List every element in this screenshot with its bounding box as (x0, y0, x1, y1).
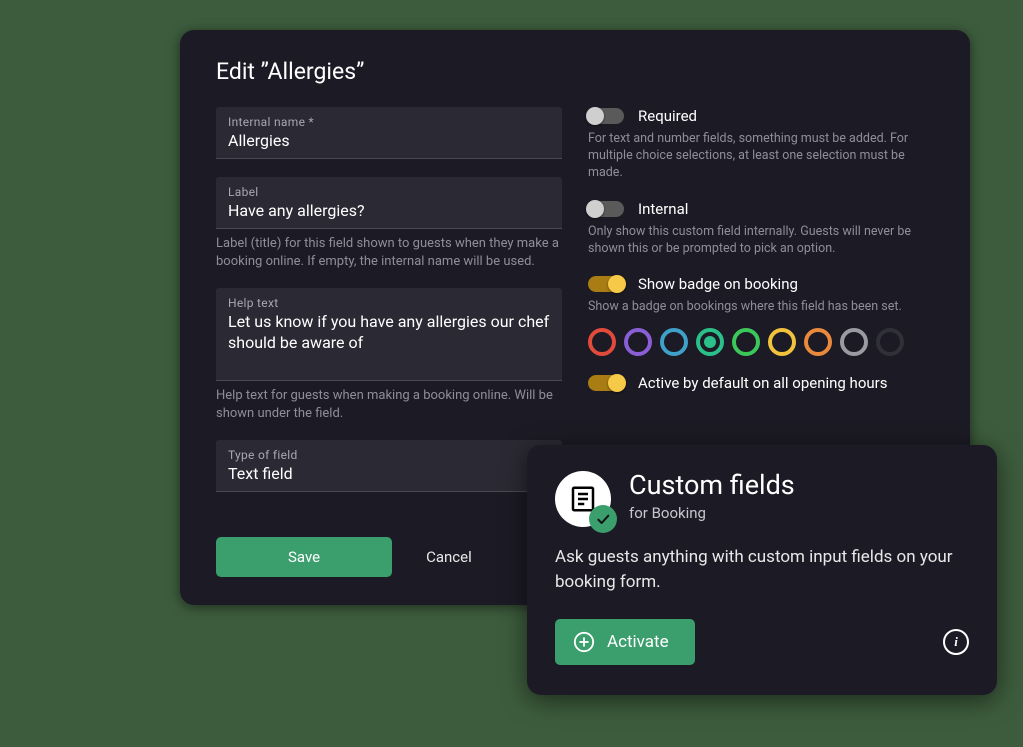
internal-name-input[interactable] (228, 129, 550, 152)
label-input[interactable] (228, 199, 550, 222)
internal-toggle[interactable] (588, 201, 624, 217)
badge-label: Show badge on booking (638, 275, 798, 293)
label-hint: Label (title) for this field shown to gu… (216, 235, 562, 270)
card-header: Custom fields for Booking (555, 471, 969, 527)
right-column: Required For text and number fields, som… (588, 107, 934, 492)
active-toggle[interactable] (588, 375, 624, 391)
color-swatches (588, 328, 934, 356)
card-title-block: Custom fields for Booking (629, 471, 795, 522)
card-description: Ask guests anything with custom input fi… (555, 545, 969, 595)
required-hint: For text and number fields, something mu… (588, 131, 934, 182)
color-swatch[interactable] (696, 328, 724, 356)
color-swatch[interactable] (624, 328, 652, 356)
active-row: Active by default on all opening hours (588, 374, 934, 392)
info-button[interactable]: i (943, 629, 969, 655)
required-label: Required (638, 107, 697, 125)
internal-name-label: Internal name * (228, 115, 550, 129)
color-swatch[interactable] (876, 328, 904, 356)
color-swatch[interactable] (588, 328, 616, 356)
dialog-title: Edit ”Allergies” (216, 58, 934, 85)
color-swatch[interactable] (660, 328, 688, 356)
dialog-columns: Internal name * Label Label (title) for … (216, 107, 934, 492)
required-toggle[interactable] (588, 108, 624, 124)
card-icon-badge (555, 471, 611, 527)
help-text-field[interactable]: Help text (216, 288, 562, 381)
help-text-hint: Help text for guests when making a booki… (216, 387, 562, 422)
color-swatch[interactable] (804, 328, 832, 356)
cancel-button[interactable]: Cancel (426, 548, 472, 566)
activate-button[interactable]: Activate (555, 619, 695, 665)
internal-label: Internal (638, 200, 688, 218)
internal-hint: Only show this custom field internally. … (588, 224, 934, 258)
custom-fields-card: Custom fields for Booking Ask guests any… (527, 445, 997, 695)
badge-hint: Show a badge on bookings where this fiel… (588, 299, 934, 316)
save-button[interactable]: Save (216, 537, 392, 577)
badge-toggle[interactable] (588, 276, 624, 292)
internal-name-field[interactable]: Internal name * (216, 107, 562, 159)
help-text-input[interactable] (228, 310, 550, 370)
active-label: Active by default on all opening hours (638, 374, 887, 392)
card-subtitle: for Booking (629, 504, 795, 522)
dialog-actions: Save Cancel (216, 537, 472, 577)
type-of-field-value[interactable] (228, 462, 550, 485)
badge-row: Show badge on booking (588, 275, 934, 293)
left-column: Internal name * Label Label (title) for … (216, 107, 562, 492)
help-text-label: Help text (228, 296, 550, 310)
type-of-field[interactable]: Type of field (216, 440, 562, 492)
color-swatch[interactable] (732, 328, 760, 356)
plus-circle-icon (573, 631, 595, 653)
color-swatch[interactable] (768, 328, 796, 356)
check-icon (589, 505, 617, 533)
type-of-field-label: Type of field (228, 448, 550, 462)
activate-label: Activate (607, 632, 669, 652)
color-swatch[interactable] (840, 328, 868, 356)
label-field-label: Label (228, 185, 550, 199)
label-field[interactable]: Label (216, 177, 562, 229)
card-title: Custom fields (629, 471, 795, 501)
card-footer: Activate i (555, 619, 969, 665)
internal-row: Internal (588, 200, 934, 218)
required-row: Required (588, 107, 934, 125)
